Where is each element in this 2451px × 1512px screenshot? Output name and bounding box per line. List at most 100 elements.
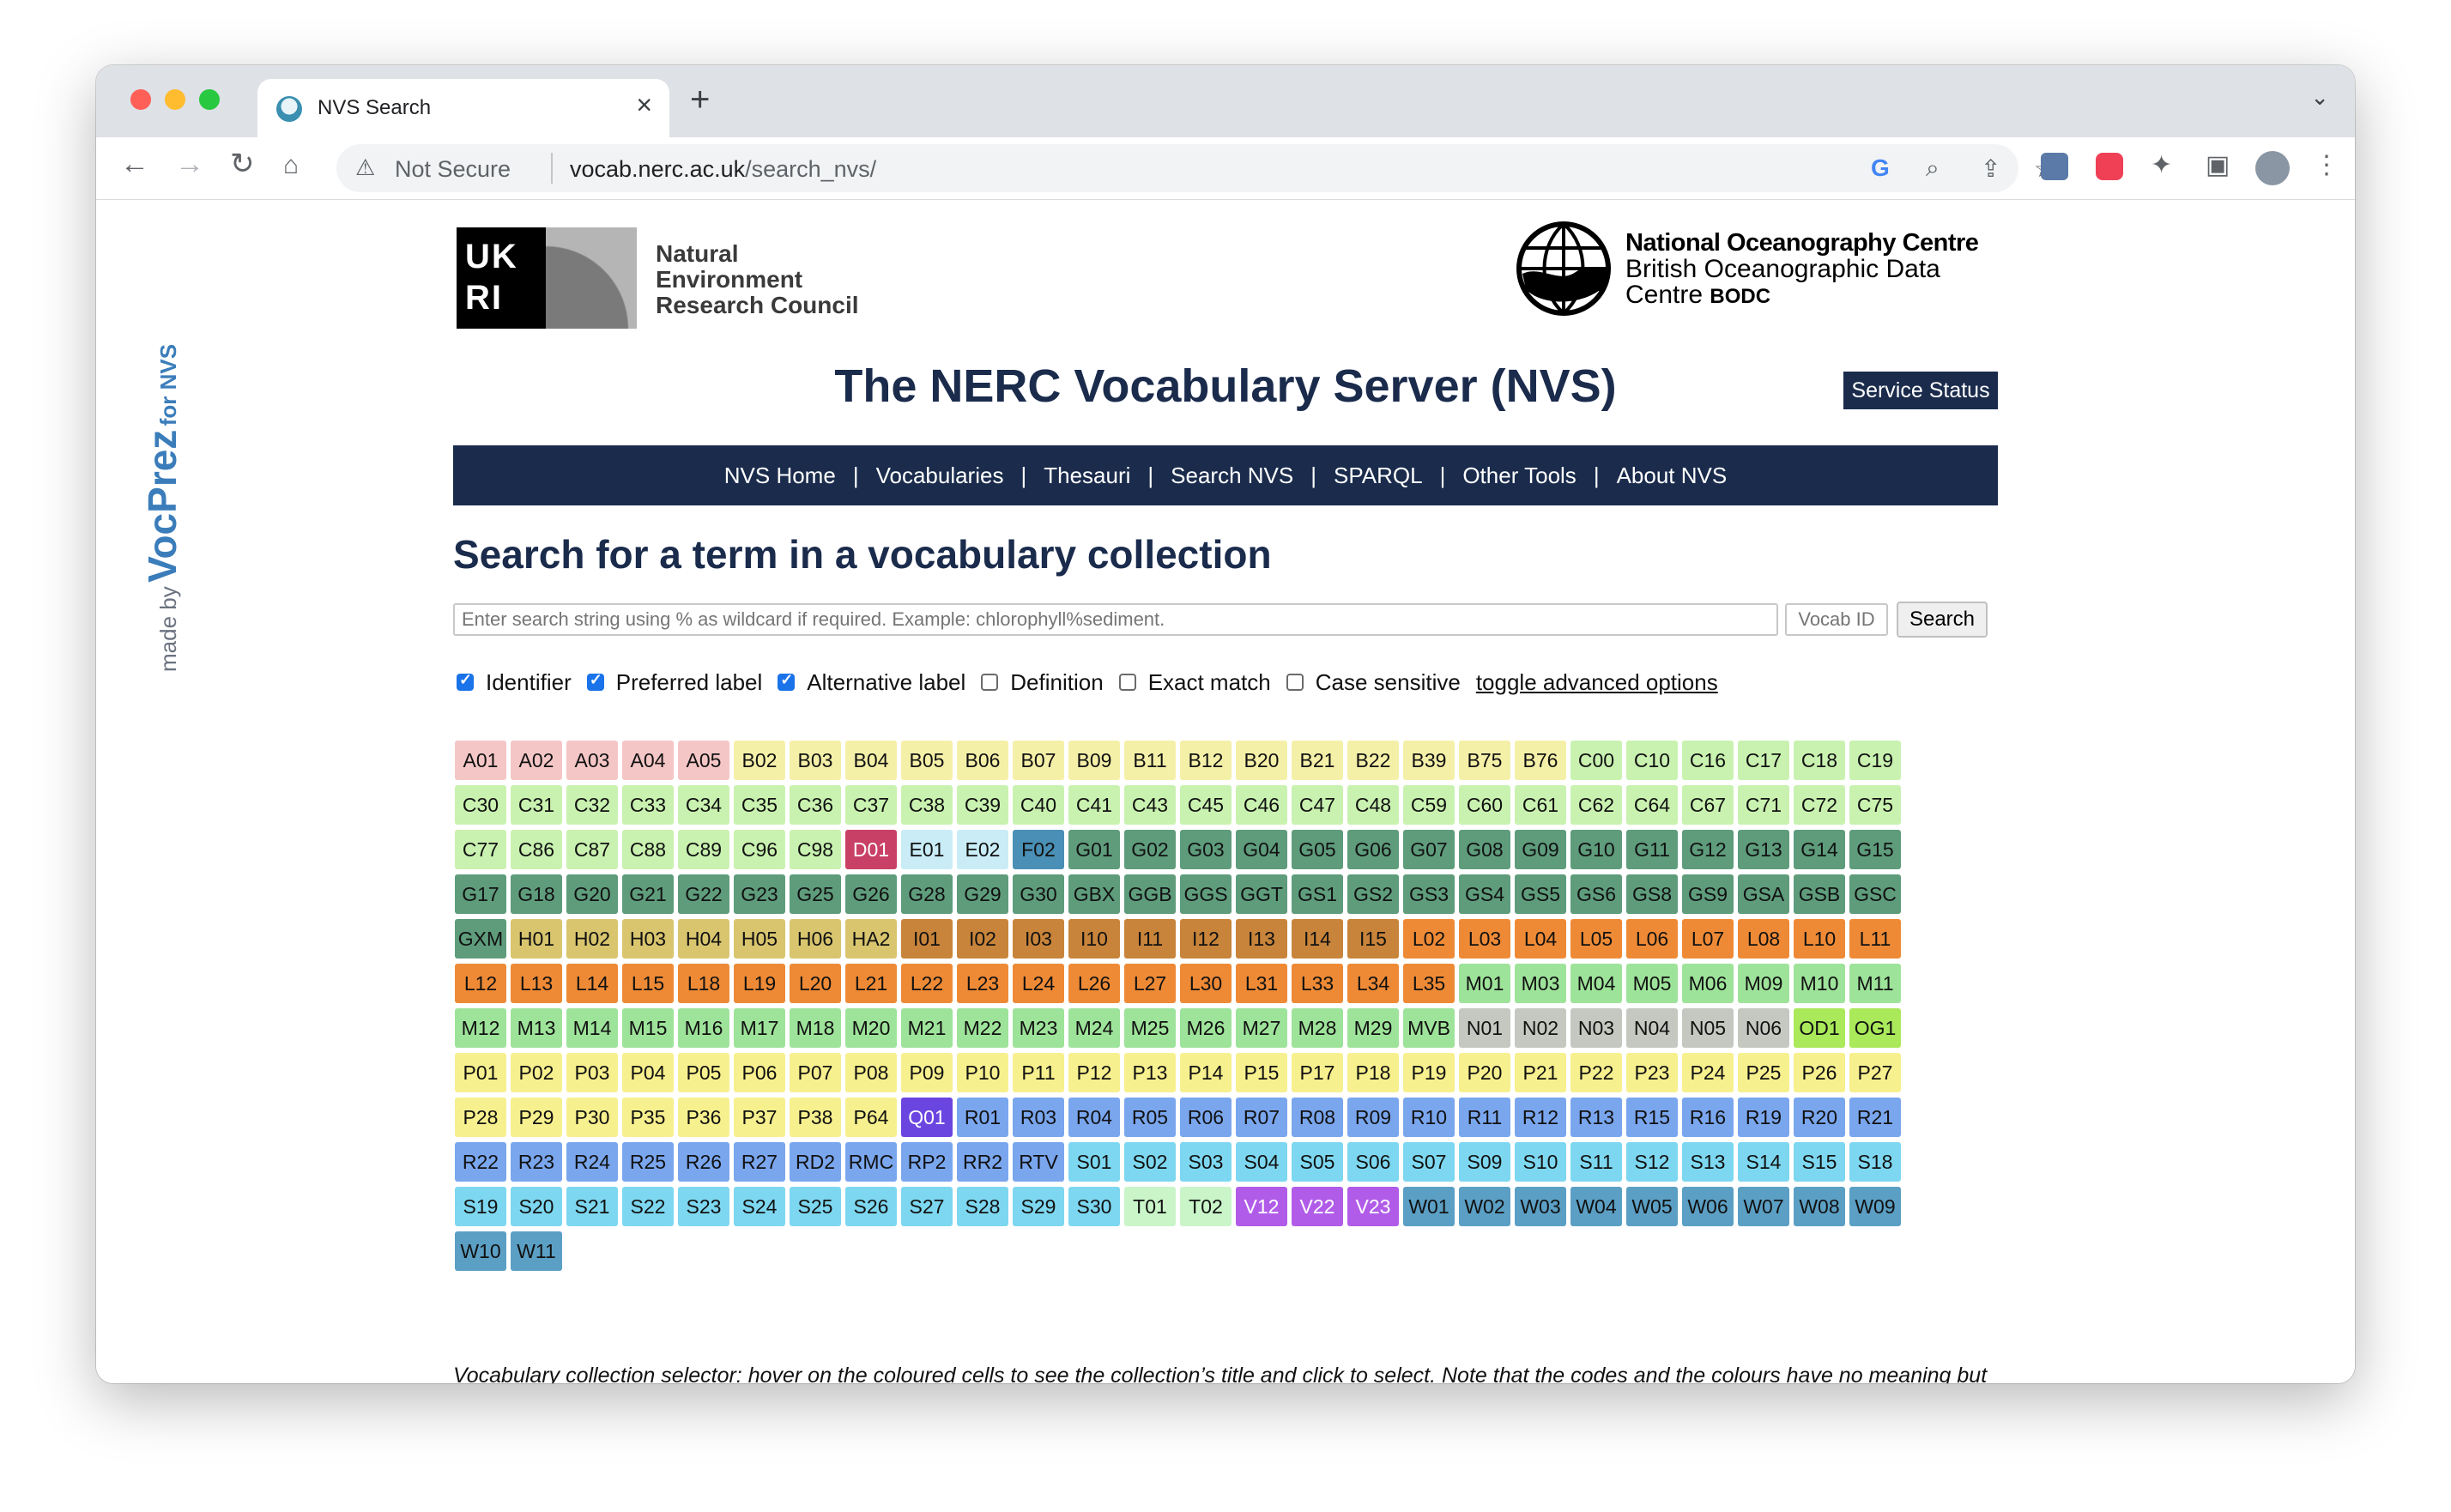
vocab-cell-m06[interactable]: M06 bbox=[1682, 964, 1734, 1003]
vocab-cell-s20[interactable]: S20 bbox=[511, 1187, 562, 1226]
vocab-cell-g15[interactable]: G15 bbox=[1849, 830, 1901, 869]
vocab-cell-rtv[interactable]: RTV bbox=[1013, 1142, 1064, 1182]
vocab-cell-gs1[interactable]: GS1 bbox=[1292, 874, 1343, 914]
nav-search-nvs[interactable]: Search NVS bbox=[1153, 463, 1310, 489]
vocab-cell-s07[interactable]: S07 bbox=[1403, 1142, 1455, 1182]
vocab-cell-p17[interactable]: P17 bbox=[1292, 1053, 1343, 1092]
vocab-cell-d01[interactable]: D01 bbox=[845, 830, 897, 869]
vocab-cell-l12[interactable]: L12 bbox=[455, 964, 506, 1003]
vocab-cell-l22[interactable]: L22 bbox=[901, 964, 953, 1003]
vocab-cell-g25[interactable]: G25 bbox=[790, 874, 841, 914]
address-bar[interactable]: ⚠ Not Secure vocab.nerc.ac.uk/search_nvs… bbox=[336, 144, 2055, 192]
vocab-cell-p26[interactable]: P26 bbox=[1794, 1053, 1845, 1092]
vocab-cell-l13[interactable]: L13 bbox=[511, 964, 562, 1003]
vocab-cell-w11[interactable]: W11 bbox=[511, 1231, 562, 1271]
vocab-cell-l23[interactable]: L23 bbox=[957, 964, 1008, 1003]
vocab-cell-g02[interactable]: G02 bbox=[1124, 830, 1176, 869]
vocab-cell-l15[interactable]: L15 bbox=[622, 964, 674, 1003]
vocab-cell-g03[interactable]: G03 bbox=[1180, 830, 1232, 869]
vocab-cell-r04[interactable]: R04 bbox=[1068, 1098, 1120, 1137]
vocab-cell-l34[interactable]: L34 bbox=[1347, 964, 1399, 1003]
vocab-cell-e02[interactable]: E02 bbox=[957, 830, 1008, 869]
vocab-cell-rmc[interactable]: RMC bbox=[845, 1142, 897, 1182]
vocab-cell-g17[interactable]: G17 bbox=[455, 874, 506, 914]
vocab-cell-p05[interactable]: P05 bbox=[678, 1053, 729, 1092]
vocab-cell-gsc[interactable]: GSC bbox=[1849, 874, 1901, 914]
option-alternative-label[interactable]: Alternative label bbox=[778, 669, 965, 696]
vocab-cell-s03[interactable]: S03 bbox=[1180, 1142, 1232, 1182]
vocab-cell-l11[interactable]: L11 bbox=[1849, 919, 1901, 959]
vocab-cell-l02[interactable]: L02 bbox=[1403, 919, 1455, 959]
vocab-cell-b06[interactable]: B06 bbox=[957, 741, 1008, 780]
browser-menu-icon[interactable]: ⋮ bbox=[2314, 153, 2339, 178]
vocab-cell-l10[interactable]: L10 bbox=[1794, 919, 1845, 959]
security-label[interactable]: Not Secure bbox=[395, 156, 511, 183]
vocab-cell-p22[interactable]: P22 bbox=[1570, 1053, 1622, 1092]
vocab-cell-r25[interactable]: R25 bbox=[622, 1142, 674, 1182]
vocab-cell-s15[interactable]: S15 bbox=[1794, 1142, 1845, 1182]
vocab-cell-b39[interactable]: B39 bbox=[1403, 741, 1455, 780]
vocab-cell-c47[interactable]: C47 bbox=[1292, 785, 1343, 825]
vocab-cell-l26[interactable]: L26 bbox=[1068, 964, 1120, 1003]
vocab-cell-c18[interactable]: C18 bbox=[1794, 741, 1845, 780]
vocab-cell-p14[interactable]: P14 bbox=[1180, 1053, 1232, 1092]
vocab-cell-p03[interactable]: P03 bbox=[566, 1053, 618, 1092]
vocab-cell-s13[interactable]: S13 bbox=[1682, 1142, 1734, 1182]
vocab-cell-p12[interactable]: P12 bbox=[1068, 1053, 1120, 1092]
toggle-advanced-options-link[interactable]: toggle advanced options bbox=[1476, 669, 1718, 696]
vocab-cell-g30[interactable]: G30 bbox=[1013, 874, 1064, 914]
vocab-cell-c71[interactable]: C71 bbox=[1738, 785, 1789, 825]
vocab-cell-p20[interactable]: P20 bbox=[1459, 1053, 1510, 1092]
vocab-cell-ggs[interactable]: GGS bbox=[1180, 874, 1232, 914]
vocab-cell-m29[interactable]: M29 bbox=[1347, 1008, 1399, 1048]
vocab-cell-t01[interactable]: T01 bbox=[1124, 1187, 1176, 1226]
vocab-cell-rd2[interactable]: RD2 bbox=[790, 1142, 841, 1182]
vocab-cell-g10[interactable]: G10 bbox=[1570, 830, 1622, 869]
option-exact-match[interactable]: Exact match bbox=[1118, 669, 1271, 696]
vocab-cell-r03[interactable]: R03 bbox=[1013, 1098, 1064, 1137]
vocab-cell-c86[interactable]: C86 bbox=[511, 830, 562, 869]
vocab-cell-h05[interactable]: H05 bbox=[734, 919, 785, 959]
vocab-cell-w09[interactable]: W09 bbox=[1849, 1187, 1901, 1226]
alternative-label-checkbox[interactable] bbox=[778, 671, 796, 691]
vocab-cell-m17[interactable]: M17 bbox=[734, 1008, 785, 1048]
preferred-label-checkbox[interactable] bbox=[586, 671, 604, 691]
vocab-cell-l35[interactable]: L35 bbox=[1403, 964, 1455, 1003]
vocab-cell-c75[interactable]: C75 bbox=[1849, 785, 1901, 825]
vocab-cell-s04[interactable]: S04 bbox=[1236, 1142, 1287, 1182]
vocab-cell-c38[interactable]: C38 bbox=[901, 785, 953, 825]
warning-triangle-icon[interactable]: ⚠ bbox=[355, 154, 375, 181]
vocab-cell-p21[interactable]: P21 bbox=[1515, 1053, 1566, 1092]
vocab-cell-m26[interactable]: M26 bbox=[1180, 1008, 1232, 1048]
vocab-cell-r22[interactable]: R22 bbox=[455, 1142, 506, 1182]
vocab-cell-l20[interactable]: L20 bbox=[790, 964, 841, 1003]
vocab-cell-p01[interactable]: P01 bbox=[455, 1053, 506, 1092]
vocab-cell-s21[interactable]: S21 bbox=[566, 1187, 618, 1226]
vocab-cell-p09[interactable]: P09 bbox=[901, 1053, 953, 1092]
vocab-cell-w08[interactable]: W08 bbox=[1794, 1187, 1845, 1226]
vocab-cell-h03[interactable]: H03 bbox=[622, 919, 674, 959]
vocab-cell-r24[interactable]: R24 bbox=[566, 1142, 618, 1182]
vocab-cell-h06[interactable]: H06 bbox=[790, 919, 841, 959]
vocab-cell-r08[interactable]: R08 bbox=[1292, 1098, 1343, 1137]
vocab-cell-s06[interactable]: S06 bbox=[1347, 1142, 1399, 1182]
tab-nvs-search[interactable]: NVS Search × bbox=[257, 79, 669, 137]
vocab-cell-og1[interactable]: OG1 bbox=[1849, 1008, 1901, 1048]
vocab-cell-a05[interactable]: A05 bbox=[678, 741, 729, 780]
exact-match-checkbox[interactable] bbox=[1118, 674, 1136, 691]
vocab-cell-p04[interactable]: P04 bbox=[622, 1053, 674, 1092]
vocab-cell-g07[interactable]: G07 bbox=[1403, 830, 1455, 869]
vocab-cell-l31[interactable]: L31 bbox=[1236, 964, 1287, 1003]
home-icon[interactable]: ⌂ bbox=[283, 153, 299, 178]
vocab-cell-s11[interactable]: S11 bbox=[1570, 1142, 1622, 1182]
vocab-cell-p24[interactable]: P24 bbox=[1682, 1053, 1734, 1092]
vocab-cell-w07[interactable]: W07 bbox=[1738, 1187, 1789, 1226]
vocab-cell-h01[interactable]: H01 bbox=[511, 919, 562, 959]
vocab-cell-n03[interactable]: N03 bbox=[1570, 1008, 1622, 1048]
vocab-cell-c89[interactable]: C89 bbox=[678, 830, 729, 869]
vocab-cell-i11[interactable]: I11 bbox=[1124, 919, 1176, 959]
vocab-cell-g06[interactable]: G06 bbox=[1347, 830, 1399, 869]
vocab-cell-m16[interactable]: M16 bbox=[678, 1008, 729, 1048]
maximize-window-button[interactable] bbox=[199, 89, 220, 110]
definition-checkbox[interactable] bbox=[981, 674, 999, 691]
